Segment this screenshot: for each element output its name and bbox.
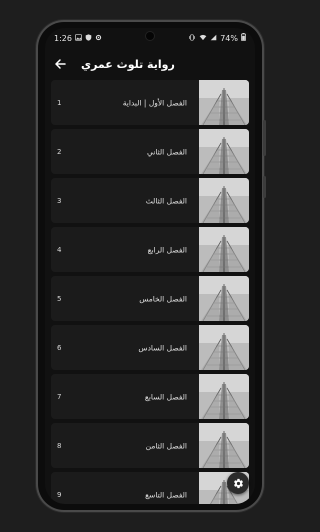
chapter-thumbnail	[199, 80, 249, 125]
chapter-thumbnail	[199, 227, 249, 272]
chapter-item[interactable]: 1 الفصل الأول | البداية	[51, 80, 249, 125]
chapter-number: 9	[57, 490, 62, 499]
chapter-item[interactable]: 2 الفصل الثاني	[51, 129, 249, 174]
side-button-power	[263, 176, 266, 198]
settings-icon	[95, 34, 102, 43]
chapter-number: 6	[57, 343, 62, 352]
chapter-item[interactable]: 5 الفصل الخامس	[51, 276, 249, 321]
gear-icon	[233, 474, 244, 493]
side-button-volume	[263, 120, 266, 156]
image-icon	[74, 33, 82, 43]
page-title: رواية تلوث عمري	[81, 57, 175, 71]
chapter-title: الفصل السادس	[138, 343, 187, 352]
settings-fab[interactable]	[227, 472, 249, 494]
status-time: 1:26	[54, 33, 72, 43]
chapter-thumbnail	[199, 374, 249, 419]
chapter-item[interactable]: 4 الفصل الرابع	[51, 227, 249, 272]
chapter-thumbnail	[199, 129, 249, 174]
chapter-title: الفصل الثاني	[147, 147, 187, 156]
screen: 1:26 74% رواية تلوث عمري 1 الفصل الأول |…	[45, 28, 255, 504]
chapter-title: الفصل الثامن	[145, 441, 187, 450]
chapter-title: الفصل السابع	[144, 392, 187, 401]
chapter-number: 3	[57, 196, 62, 205]
chapter-item[interactable]: 8 الفصل الثامن	[51, 423, 249, 468]
signal-icon	[210, 34, 217, 43]
status-battery: 74%	[220, 33, 238, 43]
chapter-number: 7	[57, 392, 62, 401]
shield-icon	[85, 33, 92, 43]
chapter-number: 8	[57, 441, 62, 450]
chapter-number: 1	[57, 98, 62, 107]
chapter-thumbnail	[199, 423, 249, 468]
status-right: 74%	[188, 33, 246, 43]
vibrate-icon	[188, 34, 196, 43]
chapter-item[interactable]: 3 الفصل الثالث	[51, 178, 249, 223]
chapter-thumbnail	[199, 325, 249, 370]
chapter-title: الفصل الرابع	[147, 245, 187, 254]
chapter-number: 4	[57, 245, 62, 254]
chapter-list: 1 الفصل الأول | البداية 2 الفصل الثاني 3…	[45, 80, 255, 504]
chapter-item[interactable]: 9 الفصل التاسع	[51, 472, 249, 504]
arrow-left-icon[interactable]	[51, 55, 69, 73]
chapter-title: الفصل الثالث	[145, 196, 187, 205]
chapter-thumbnail	[199, 276, 249, 321]
chapter-title: الفصل التاسع	[145, 490, 187, 499]
chapter-number: 5	[57, 294, 62, 303]
battery-icon	[241, 33, 246, 43]
chapter-title: الفصل الأول | البداية	[122, 98, 187, 107]
chapter-item[interactable]: 7 الفصل السابع	[51, 374, 249, 419]
wifi-icon	[199, 34, 207, 43]
status-left: 1:26	[54, 34, 102, 43]
phone-frame: 1:26 74% رواية تلوث عمري 1 الفصل الأول |…	[38, 22, 262, 510]
chapter-title: الفصل الخامس	[139, 294, 187, 303]
chapter-number: 2	[57, 147, 62, 156]
chapter-item[interactable]: 6 الفصل السادس	[51, 325, 249, 370]
chapter-thumbnail	[199, 178, 249, 223]
app-bar: رواية تلوث عمري	[45, 48, 255, 80]
front-camera	[146, 32, 154, 40]
